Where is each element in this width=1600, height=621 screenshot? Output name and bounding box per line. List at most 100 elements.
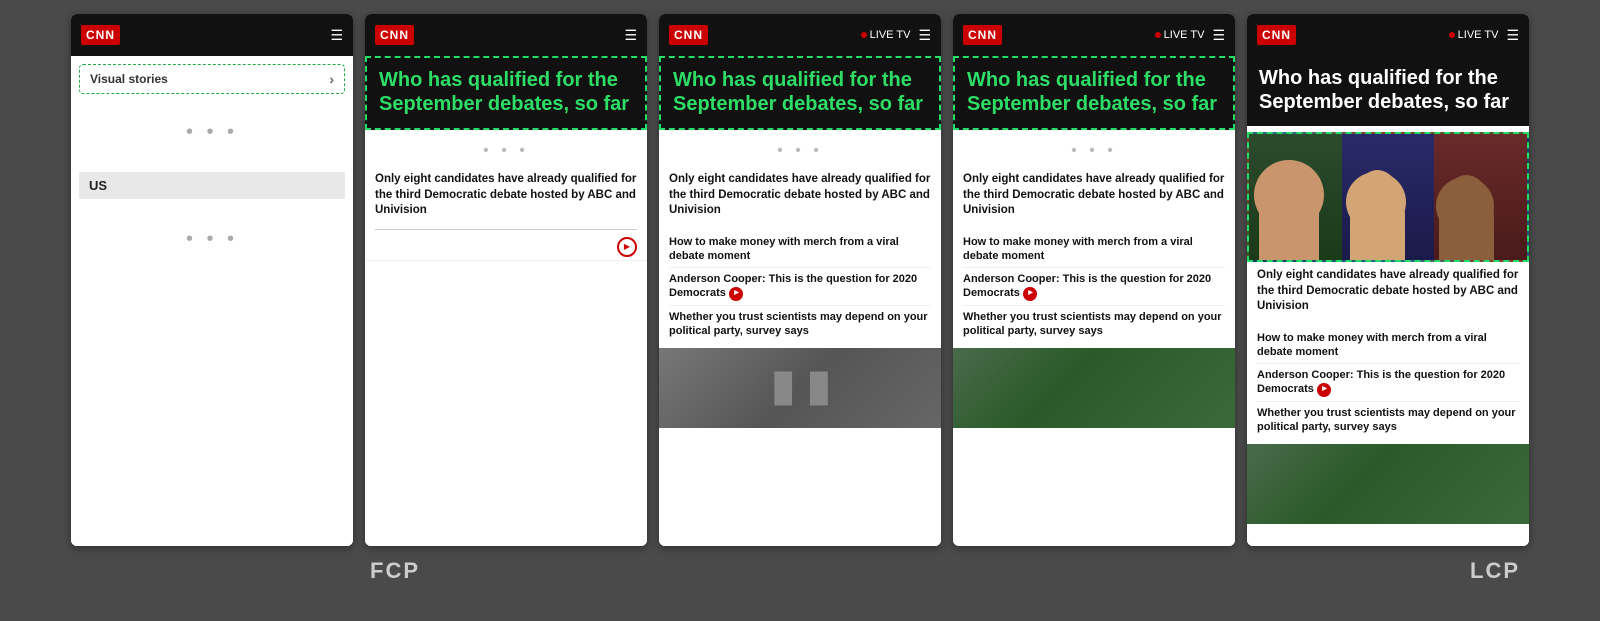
header-right-3: LIVE TV ☰ <box>861 27 931 44</box>
header-3: CNN LIVE TV ☰ <box>659 14 941 56</box>
visual-stories-arrow: › <box>329 71 334 87</box>
video-play-row-2[interactable]: ▶ <box>365 234 647 261</box>
header-right-4: LIVE TV ☰ <box>1155 27 1225 44</box>
fcp-label: FCP <box>370 558 420 583</box>
lead-article-text-5: Only eight candidates have already quali… <box>1257 268 1519 315</box>
loading-dots-1: • • • <box>79 102 345 162</box>
article-item-5-1: How to make money with merch from a vira… <box>1257 327 1519 365</box>
cnn-logo-2: CNN <box>375 25 414 45</box>
article-item-4-3: Whether you trust scientists may depend … <box>963 306 1225 343</box>
lead-article-2: Only eight candidates have already quali… <box>365 166 647 225</box>
screen-5-lcp: CNN LIVE TV ☰ Who has qualified for the … <box>1247 14 1529 546</box>
grey-chart-3: ▐▌▐▌ <box>764 372 835 404</box>
hamburger-menu-3[interactable]: ☰ <box>918 27 931 44</box>
screen-1-fcp: CNN ☰ Visual stories › • • • US • • • <box>71 14 353 546</box>
cnn-logo-4: CNN <box>963 25 1002 45</box>
article-title-5-1: How to make money with merch from a vira… <box>1257 331 1519 360</box>
screen-5-content: Who has qualified for the September deba… <box>1247 56 1529 546</box>
headline-text-2: Who has qualified for the September deba… <box>379 68 633 116</box>
article-item-4-1: How to make money with merch from a vira… <box>963 231 1225 269</box>
live-tv-label-3: LIVE TV <box>861 29 911 41</box>
news-articles-4: How to make money with merch from a vira… <box>953 225 1235 349</box>
play-btn-3-2[interactable] <box>729 287 743 301</box>
hamburger-menu-4[interactable]: ☰ <box>1212 27 1225 44</box>
politician-image <box>1247 132 1529 262</box>
lcp-label: LCP <box>1470 558 1520 583</box>
visual-stories-bar[interactable]: Visual stories › <box>79 64 345 94</box>
hamburger-menu-2[interactable]: ☰ <box>624 27 637 44</box>
politician-right <box>1434 134 1527 260</box>
screen-4-content: Who has qualified for the September deba… <box>953 56 1235 546</box>
article-title-5-3: Whether you trust scientists may depend … <box>1257 406 1519 435</box>
header-5: CNN LIVE TV ☰ <box>1247 14 1529 56</box>
play-btn-4-2[interactable] <box>1023 287 1037 301</box>
hamburger-menu-1[interactable]: ☰ <box>330 27 343 44</box>
live-tv-label-4: LIVE TV <box>1155 29 1205 41</box>
news-articles-3: How to make money with merch from a vira… <box>659 225 941 349</box>
screen-3: CNN LIVE TV ☰ Who has qualified for the … <box>659 14 941 546</box>
lead-article-4: Only eight candidates have already quali… <box>953 166 1235 225</box>
visual-stories-label: Visual stories <box>90 72 168 86</box>
header-4: CNN LIVE TV ☰ <box>953 14 1235 56</box>
headline-block-5: Who has qualified for the September deba… <box>1247 56 1529 126</box>
headline-text-3: Who has qualified for the September deba… <box>673 68 927 116</box>
headline-block-4: Who has qualified for the September deba… <box>953 56 1235 130</box>
us-section-bar: US <box>79 172 345 199</box>
bottom-image-grey-3: ▐▌▐▌ <box>659 348 941 428</box>
separator-2 <box>375 229 637 230</box>
article-title-4-3: Whether you trust scientists may depend … <box>963 310 1225 339</box>
cnn-logo-5: CNN <box>1257 25 1296 45</box>
article-item-5-2: Anderson Cooper: This is the question fo… <box>1257 364 1519 402</box>
lead-article-text-2: Only eight candidates have already quali… <box>375 172 637 219</box>
live-dot-3 <box>861 32 867 38</box>
news-articles-5: How to make money with merch from a vira… <box>1247 321 1529 445</box>
cnn-logo-1: CNN <box>81 25 120 45</box>
live-dot-4 <box>1155 32 1161 38</box>
header-right-5: LIVE TV ☰ <box>1449 27 1519 44</box>
lead-article-text-4: Only eight candidates have already quali… <box>963 172 1225 219</box>
bottom-image-5 <box>1247 444 1529 524</box>
lead-article-5: Only eight candidates have already quali… <box>1247 262 1529 321</box>
loading-dots-4: • • • <box>659 136 941 166</box>
article-title-3-2: Anderson Cooper: This is the question fo… <box>669 272 931 301</box>
hamburger-menu-5[interactable]: ☰ <box>1506 27 1519 44</box>
live-tv-label-5: LIVE TV <box>1449 29 1499 41</box>
loading-dots-5: • • • <box>953 136 1235 166</box>
article-title-5-2: Anderson Cooper: This is the question fo… <box>1257 368 1519 397</box>
screen-2: CNN ☰ Who has qualified for the Septembe… <box>365 14 647 546</box>
screen-1-content: Visual stories › • • • US • • • <box>71 56 353 546</box>
article-title-4-2: Anderson Cooper: This is the question fo… <box>963 272 1225 301</box>
loading-dots-2: • • • <box>79 209 345 269</box>
screen-4: CNN LIVE TV ☰ Who has qualified for the … <box>953 14 1235 546</box>
header-2: CNN ☰ <box>365 14 647 56</box>
politician-left <box>1249 134 1342 260</box>
live-dot-5 <box>1449 32 1455 38</box>
politician-photo-row <box>1249 134 1527 260</box>
screen-3-content: Who has qualified for the September deba… <box>659 56 941 546</box>
lead-article-text-3: Only eight candidates have already quali… <box>669 172 931 219</box>
headline-text-5: Who has qualified for the September deba… <box>1259 66 1517 114</box>
loading-dots-3: • • • <box>365 136 647 166</box>
article-title-4-1: How to make money with merch from a vira… <box>963 235 1225 264</box>
article-item-4-2: Anderson Cooper: This is the question fo… <box>963 268 1225 306</box>
article-title-3-1: How to make money with merch from a vira… <box>669 235 931 264</box>
screenshots-row: CNN ☰ Visual stories › • • • US • • • CN… <box>0 0 1600 546</box>
bottom-image-4 <box>953 348 1235 428</box>
article-item-5-3: Whether you trust scientists may depend … <box>1257 402 1519 439</box>
politician-mid <box>1342 134 1435 260</box>
headline-block-2: Who has qualified for the September deba… <box>365 56 647 130</box>
article-item-3-3: Whether you trust scientists may depend … <box>669 306 931 343</box>
lead-article-3: Only eight candidates have already quali… <box>659 166 941 225</box>
header-1: CNN ☰ <box>71 14 353 56</box>
fcp-label-container: FCP <box>20 558 770 584</box>
article-item-3-1: How to make money with merch from a vira… <box>669 231 931 269</box>
play-circle-2[interactable]: ▶ <box>617 237 637 257</box>
article-item-3-2: Anderson Cooper: This is the question fo… <box>669 268 931 306</box>
screen-2-content: Who has qualified for the September deba… <box>365 56 647 546</box>
cnn-logo-3: CNN <box>669 25 708 45</box>
headline-text-4: Who has qualified for the September deba… <box>967 68 1221 116</box>
labels-row: FCP LCP <box>0 558 1600 584</box>
lcp-label-container: LCP <box>770 558 1580 584</box>
play-btn-5-2[interactable] <box>1317 383 1331 397</box>
article-title-3-3: Whether you trust scientists may depend … <box>669 310 931 339</box>
